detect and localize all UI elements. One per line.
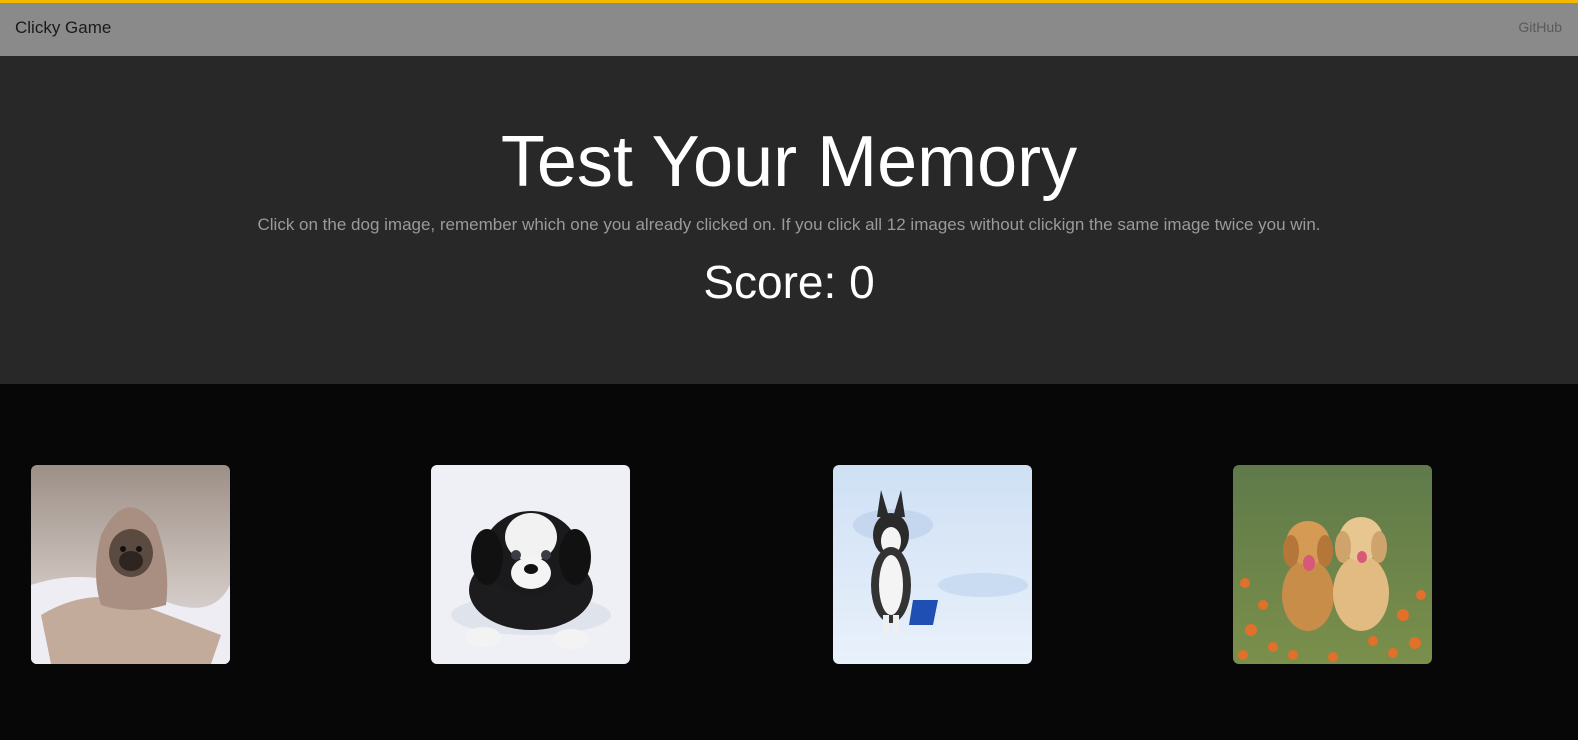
score-display: Score: 0 xyxy=(703,256,875,308)
image-grid xyxy=(0,384,1578,740)
dog-card-pug[interactable] xyxy=(31,465,230,664)
pug-in-blanket-image xyxy=(31,465,230,664)
dog-card-goldens[interactable] xyxy=(1233,465,1432,664)
instructions-text: Click on the dog image, remember which o… xyxy=(257,215,1321,234)
two-golden-puppies-image xyxy=(1233,465,1432,664)
black-white-puppy-image xyxy=(431,465,630,664)
husky-in-snow-image xyxy=(833,465,1032,664)
brand-title[interactable]: Clicky Game xyxy=(15,18,111,38)
github-link[interactable]: GitHub xyxy=(1518,19,1562,35)
dog-card-husky[interactable] xyxy=(833,465,1032,664)
dog-card-puppy[interactable] xyxy=(431,465,630,664)
hero-banner: Test Your Memory Click on the dog image,… xyxy=(0,56,1578,384)
page-title: Test Your Memory xyxy=(500,122,1078,202)
navbar: Clicky Game GitHub xyxy=(0,3,1578,56)
